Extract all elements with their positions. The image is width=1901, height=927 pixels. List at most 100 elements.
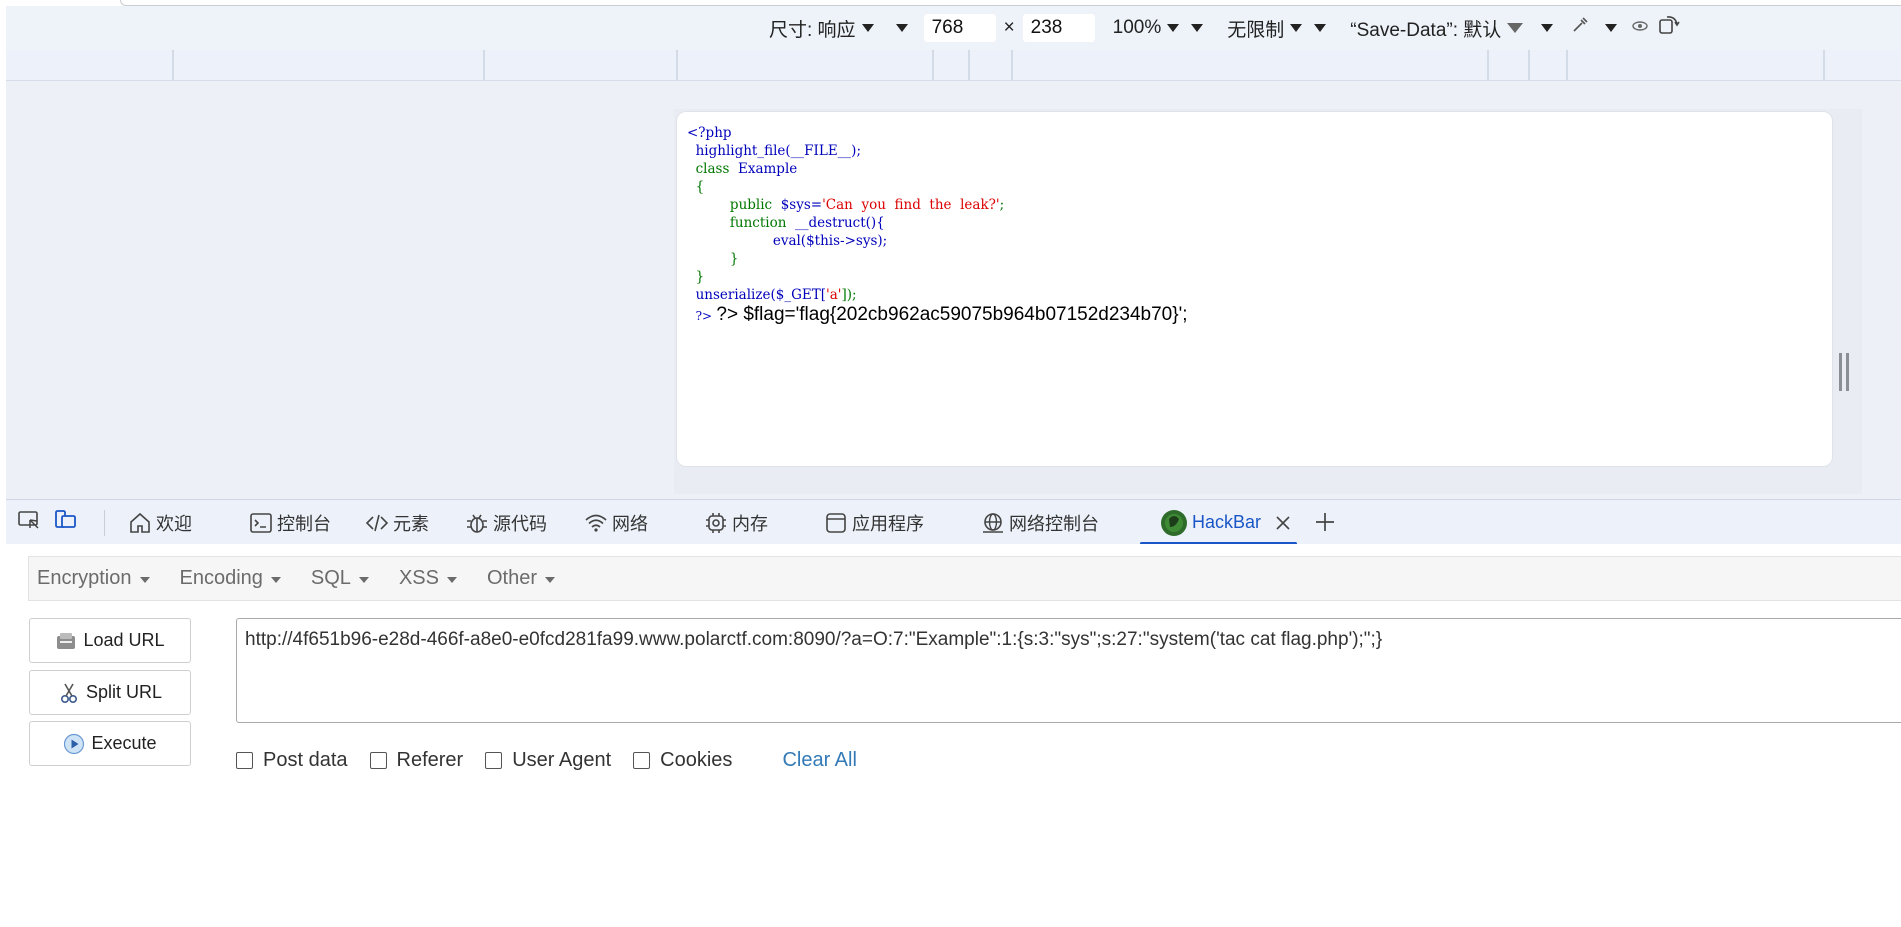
vision-icon[interactable] bbox=[1631, 17, 1649, 39]
option-label: Referer bbox=[396, 748, 464, 771]
caret-down-icon bbox=[358, 576, 369, 583]
tab-elements[interactable]: 元素 bbox=[365, 500, 429, 545]
hackbar-panel: Encryption Encoding SQL XSS Other Load U… bbox=[6, 544, 1901, 927]
menu-sql[interactable]: SQL bbox=[311, 567, 369, 590]
dropdown-arrow-icon[interactable] bbox=[1605, 24, 1618, 32]
split-url-button[interactable]: Split URL bbox=[29, 670, 191, 715]
caret-down-icon bbox=[545, 576, 555, 583]
cookies-checkbox[interactable] bbox=[633, 751, 651, 769]
code-icon bbox=[365, 514, 389, 531]
tab-network-console[interactable]: 网络控制台 bbox=[981, 500, 1099, 545]
clear-all-link[interactable]: Clear All bbox=[782, 749, 856, 772]
user-agent-checkbox[interactable] bbox=[485, 751, 503, 769]
emulated-viewport: <?php highlight_file(__FILE__); class Ex… bbox=[676, 111, 1833, 467]
post-data-checkbox[interactable] bbox=[236, 751, 253, 769]
tab-label: 应用程序 bbox=[852, 513, 924, 534]
dropdown-arrow-icon bbox=[1290, 24, 1303, 32]
code-line: ?> ?> $flag='flag{202cb962ac59075b964b07… bbox=[695, 304, 1188, 325]
wifi-icon bbox=[585, 514, 607, 532]
hackbar-menubar: Encryption Encoding SQL XSS Other bbox=[28, 556, 1901, 601]
separator bbox=[104, 510, 105, 536]
referer-checkbox[interactable] bbox=[369, 751, 387, 769]
dropdown-arrow-icon bbox=[1541, 24, 1554, 32]
dropdown-arrow-icon[interactable] bbox=[895, 24, 908, 32]
menu-encoding[interactable]: Encoding bbox=[180, 567, 281, 590]
devtools-tab-bar: 欢迎 控制台 元素 源代码 网络 内存 应用程序 网络控制台 HackBar bbox=[6, 499, 1901, 545]
app-icon bbox=[826, 512, 846, 533]
dimensions-label: 尺寸: 响应 bbox=[769, 19, 856, 41]
scissors-icon bbox=[60, 683, 77, 703]
vertical-resize-handle[interactable] bbox=[1839, 353, 1849, 391]
height-input[interactable]: 238 bbox=[1022, 14, 1095, 42]
code-line: } bbox=[695, 269, 705, 285]
flag-output: ?> $flag='flag{202cb962ac59075b964b07152… bbox=[716, 304, 1188, 325]
tab-welcome[interactable]: 欢迎 bbox=[128, 500, 192, 545]
bug-icon bbox=[467, 514, 487, 533]
tab-network[interactable]: 网络 bbox=[584, 500, 648, 545]
tab-label: 源代码 bbox=[493, 513, 547, 534]
save-data-label: “Save-Data”: 默认 bbox=[1350, 19, 1502, 41]
menu-xss[interactable]: XSS bbox=[399, 567, 457, 590]
caret-down-icon bbox=[446, 576, 457, 583]
tab-label: 网络 bbox=[612, 513, 648, 534]
code-line: unserialize($_GET['a']); bbox=[695, 287, 857, 303]
eyedropper-icon[interactable] bbox=[1571, 16, 1589, 40]
code-line: highlight_file(__FILE__); bbox=[695, 143, 862, 159]
tab-hackbar[interactable]: HackBar bbox=[1140, 500, 1298, 545]
close-icon[interactable] bbox=[1275, 515, 1291, 531]
throttle-select[interactable]: 无限制 bbox=[1227, 15, 1332, 42]
save-data-select[interactable]: “Save-Data”: 默认 bbox=[1350, 15, 1559, 42]
option-label: Cookies bbox=[660, 748, 733, 771]
execute-button[interactable]: Execute bbox=[29, 721, 191, 766]
dropdown-arrow-icon bbox=[1167, 24, 1180, 32]
referer-option[interactable]: Referer bbox=[369, 748, 464, 772]
cookies-option[interactable]: Cookies bbox=[633, 749, 732, 772]
load-url-icon bbox=[57, 632, 76, 649]
tab-sources[interactable]: 源代码 bbox=[465, 500, 547, 545]
caret-down-icon bbox=[270, 576, 281, 583]
code-line: eval($this->sys); bbox=[772, 233, 888, 249]
hackbar-logo-icon bbox=[1161, 509, 1187, 536]
zoom-select[interactable]: 100% bbox=[1113, 17, 1210, 39]
viewport-frame: <?php highlight_file(__FILE__); class Ex… bbox=[674, 109, 1862, 494]
option-label: Post data bbox=[263, 748, 348, 771]
tab-label: 元素 bbox=[393, 513, 429, 534]
dropdown-arrow-icon bbox=[1314, 24, 1327, 32]
menu-other[interactable]: Other bbox=[487, 567, 555, 590]
code-line: { bbox=[695, 179, 705, 195]
post-data-option[interactable]: Post data bbox=[236, 749, 348, 772]
dimensions-select[interactable]: 尺寸: 响应 bbox=[769, 15, 880, 42]
code-line: <?php bbox=[687, 125, 732, 141]
button-label: Split URL bbox=[85, 682, 163, 702]
dropdown-arrow-icon bbox=[861, 24, 874, 32]
user-agent-option[interactable]: User Agent bbox=[485, 749, 611, 772]
chip-icon bbox=[706, 512, 726, 533]
tab-application[interactable]: 应用程序 bbox=[824, 500, 924, 545]
times-symbol: × bbox=[1003, 17, 1015, 38]
dropdown-arrow-icon bbox=[1507, 23, 1524, 33]
menu-encryption[interactable]: Encryption bbox=[37, 567, 150, 590]
url-textarea[interactable]: http://4f651b96-e28d-466f-a8e0-e0fcd281f… bbox=[236, 618, 1901, 723]
zoom-label: 100% bbox=[1112, 17, 1162, 38]
tab-label: 欢迎 bbox=[156, 513, 192, 534]
console-icon bbox=[250, 512, 272, 533]
tab-console[interactable]: 控制台 bbox=[249, 500, 331, 545]
inspect-element-icon[interactable] bbox=[16, 508, 42, 534]
globe-icon bbox=[983, 512, 1003, 533]
tab-memory[interactable]: 内存 bbox=[704, 500, 768, 545]
throttle-label: 无限制 bbox=[1227, 19, 1285, 41]
load-url-button[interactable]: Load URL bbox=[29, 618, 191, 663]
rotate-icon[interactable] bbox=[1657, 14, 1681, 42]
device-toolbar: 尺寸: 响应 768 × 238 100% 无限制 “Save-Data”: 默… bbox=[6, 6, 1901, 50]
tab-label: 网络控制台 bbox=[1009, 513, 1099, 534]
device-toolbar-toggle-icon[interactable] bbox=[52, 508, 78, 534]
code-line: public $sys='Can you find the leak?'; bbox=[729, 197, 1005, 213]
add-tab-icon[interactable] bbox=[1314, 511, 1336, 533]
media-query-ruler bbox=[6, 50, 1901, 81]
button-label: Load URL bbox=[83, 630, 165, 650]
tab-label: HackBar bbox=[1192, 512, 1262, 532]
option-label: User Agent bbox=[512, 748, 612, 771]
width-input[interactable]: 768 bbox=[923, 14, 996, 42]
hackbar-options: Post data Referer User Agent Cookies Cle… bbox=[236, 744, 857, 776]
play-icon bbox=[64, 733, 85, 754]
